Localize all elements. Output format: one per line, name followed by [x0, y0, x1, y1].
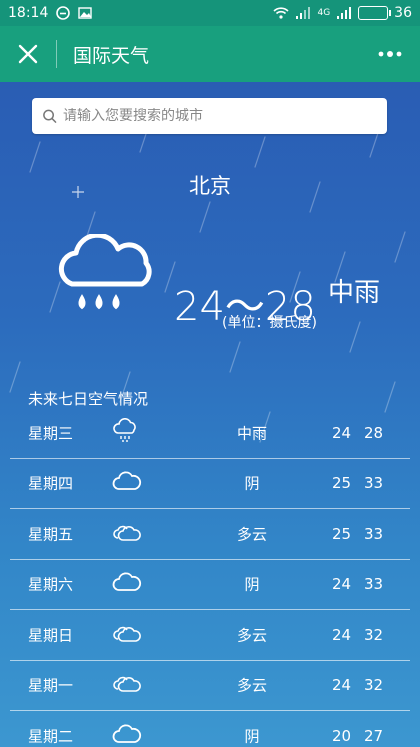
forecast-condition: 阴 [244, 575, 260, 594]
forecast-low: 24 [332, 625, 352, 644]
forecast-day: 星期六 [28, 575, 74, 594]
forecast-row: 星期日 多云 24 32 [10, 610, 410, 661]
partly-cloudy-icon [112, 673, 142, 697]
partly-cloudy-icon [112, 522, 142, 546]
forecast-condition: 多云 [236, 626, 267, 645]
forecast-row: 星期一 多云 24 32 [10, 661, 410, 711]
forecast-high: 33 [364, 575, 384, 594]
search-input[interactable] [63, 108, 377, 124]
title-bar: 国际天气 [0, 26, 420, 82]
close-icon [18, 44, 38, 64]
cloud-icon [112, 724, 142, 747]
rain-cloud-icon [58, 234, 152, 310]
rain-cloud-icon [112, 417, 138, 448]
forecast-condition: 多云 [236, 676, 267, 695]
city-name: 北京 [189, 174, 231, 198]
battery-icon [358, 6, 392, 20]
forecast-day: 星期四 [28, 474, 74, 493]
forecast-low: 20 [332, 726, 352, 745]
wifi-icon [273, 7, 290, 19]
title-divider [56, 40, 57, 68]
current-condition: 中雨 [328, 278, 381, 308]
signal-icon-2 [337, 7, 352, 19]
battery-level: 36 [394, 5, 412, 21]
forecast-high: 32 [364, 625, 384, 644]
close-button[interactable] [0, 26, 56, 82]
forecast-low: 24 [332, 676, 352, 695]
forecast-condition: 阴 [244, 727, 260, 746]
search-box[interactable] [32, 98, 387, 134]
forecast-day: 星期日 [28, 626, 74, 645]
forecast-day: 星期一 [28, 676, 74, 695]
forecast-high: 27 [364, 726, 384, 745]
forecast-condition: 多云 [236, 525, 267, 544]
forecast-row: 星期五 多云 25 33 [10, 509, 410, 560]
forecast-row: 星期四 阴 25 33 [10, 459, 410, 509]
image-icon [78, 7, 93, 19]
forecast-low: 24 [332, 575, 352, 594]
forecast-row: 星期二 阴 20 27 [10, 711, 410, 747]
forecast-day: 星期二 [28, 727, 74, 746]
forecast-day: 星期五 [28, 525, 74, 544]
forecast-row: 星期六 阴 24 33 [10, 560, 410, 610]
weather-scene: 北京 24～28 中雨 (单位：摄氏度) 未来七日空气情况 星期三中雨2428星… [0, 82, 420, 747]
forecast-high: 33 [364, 474, 384, 493]
cloud-icon [112, 572, 142, 596]
forecast-low: 25 [332, 524, 352, 543]
forecast-title: 未来七日空气情况 [28, 390, 149, 408]
network-type: 4G [317, 8, 331, 18]
forecast-high: 32 [364, 676, 384, 695]
unit-note: (单位：摄氏度) [222, 315, 317, 331]
status-bar: 18:14 4G 36 [0, 0, 420, 26]
status-time: 18:14 [8, 5, 49, 21]
forecast-condition: 阴 [244, 474, 260, 493]
forecast-high: 28 [364, 423, 384, 442]
more-button[interactable] [360, 26, 420, 82]
forecast-day: 星期三 [28, 424, 74, 443]
more-icon [378, 51, 402, 57]
notification-icon [56, 6, 71, 20]
signal-icon [296, 7, 311, 19]
cloud-icon [112, 471, 142, 495]
forecast-high: 33 [364, 524, 384, 543]
forecast-list: 星期三 中雨 24 28 星期四阴 25 33 星期五 多云 25 33 星期六阴 24 33 星期日 多云 2… [10, 408, 410, 747]
page-title: 国际天气 [73, 44, 150, 67]
forecast-condition: 中雨 [236, 424, 267, 443]
forecast-low: 24 [332, 423, 352, 442]
partly-cloudy-icon [112, 623, 142, 647]
search-icon [43, 109, 57, 123]
forecast-low: 25 [332, 474, 352, 493]
forecast-row: 星期三 中雨 24 28 [10, 408, 410, 459]
